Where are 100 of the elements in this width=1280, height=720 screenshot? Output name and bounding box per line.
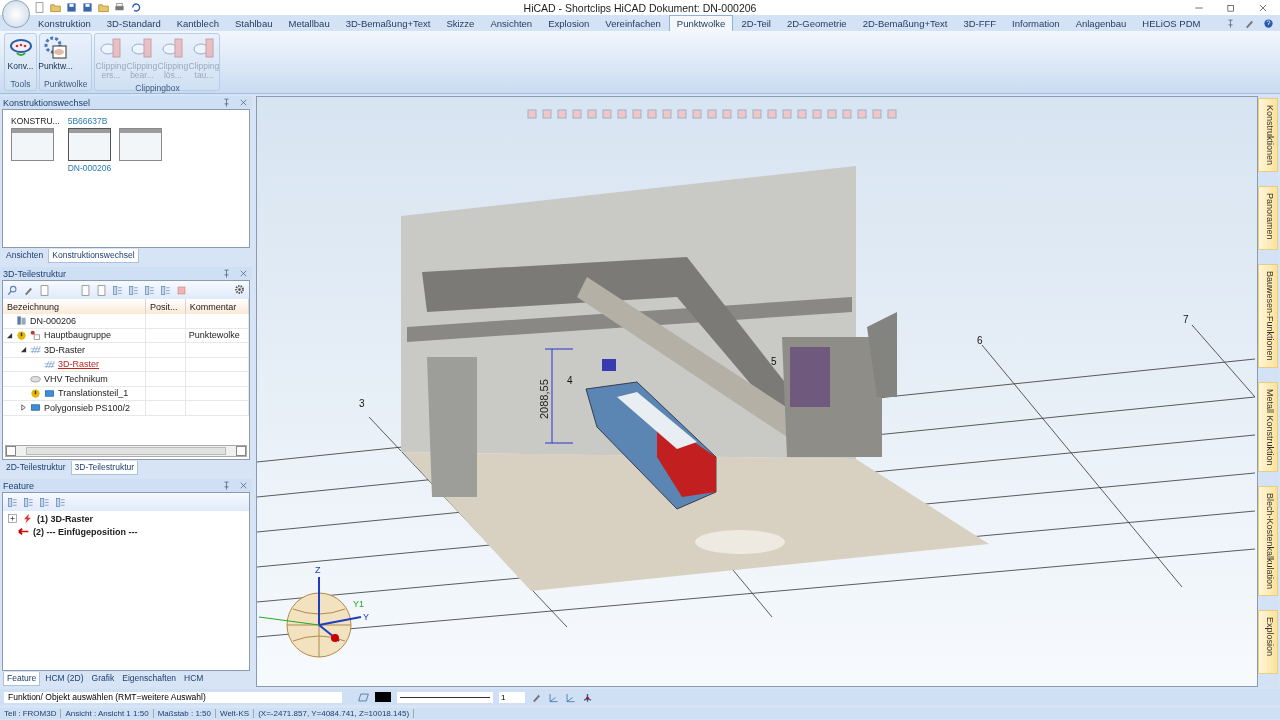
tree-item-label[interactable]: 3D-Raster bbox=[58, 359, 99, 370]
view-thumbnail[interactable] bbox=[11, 128, 54, 161]
panel-tab[interactable]: Ansichten bbox=[3, 249, 47, 263]
ribbon-tab[interactable]: 2D-Bemaßung+Text bbox=[854, 15, 956, 31]
print-icon[interactable] bbox=[114, 2, 125, 13]
app-menu-button[interactable] bbox=[2, 0, 30, 28]
side-tab[interactable]: Konstruktionen bbox=[1258, 98, 1278, 173]
close-icon[interactable] bbox=[238, 480, 249, 491]
list-icon[interactable] bbox=[112, 284, 123, 296]
ribbon-tab[interactable]: Punktwolke bbox=[668, 15, 734, 31]
side-tab[interactable]: Explosion bbox=[1258, 610, 1278, 675]
document-icon[interactable] bbox=[39, 284, 50, 296]
side-tab[interactable]: Metall Konstruktion bbox=[1258, 381, 1278, 473]
ribbon-tab[interactable]: 3D-Standard bbox=[98, 15, 169, 31]
line-width-field[interactable]: 1 bbox=[499, 691, 525, 703]
ribbon-tab[interactable]: HELiOS PDM bbox=[1134, 15, 1209, 31]
close-icon[interactable] bbox=[238, 97, 249, 108]
pin-icon[interactable] bbox=[221, 268, 232, 279]
parallelogram-icon[interactable] bbox=[358, 691, 369, 703]
line-style-dropdown[interactable] bbox=[397, 691, 493, 703]
horizontal-scrollbar[interactable] bbox=[5, 445, 247, 457]
grid-icon[interactable] bbox=[44, 358, 55, 370]
side-tab[interactable]: Panoramen bbox=[1258, 186, 1278, 251]
close-icon[interactable] bbox=[238, 268, 249, 279]
ribbon-tab[interactable]: Information bbox=[1004, 15, 1068, 31]
panel-tab[interactable]: HCM bbox=[181, 672, 207, 686]
save-icon[interactable] bbox=[66, 2, 77, 13]
list-icon[interactable] bbox=[23, 496, 34, 508]
ribbon-tab[interactable]: Metallbau bbox=[280, 15, 338, 31]
maximize-icon[interactable] bbox=[1226, 2, 1236, 13]
ribbon-tab[interactable]: Explosion bbox=[540, 15, 598, 31]
tree-item-label[interactable]: VHV Technikum bbox=[44, 373, 108, 384]
part-icon[interactable] bbox=[30, 402, 41, 414]
document-icon[interactable] bbox=[80, 284, 91, 296]
3d-viewport[interactable]: 2088,55 3 4 5 6 7 Z Y1 Y bbox=[256, 96, 1258, 687]
tree-item-label[interactable]: Polygonsieb PS100/2 bbox=[44, 402, 131, 413]
edit-icon[interactable] bbox=[1244, 18, 1255, 29]
color-swatch[interactable] bbox=[375, 692, 391, 702]
tree-item-label[interactable]: 3D-Raster bbox=[44, 344, 85, 355]
ribbon-tab[interactable]: Konstruktion bbox=[30, 15, 99, 31]
assembly-icon[interactable] bbox=[30, 329, 41, 341]
feature-item[interactable]: (1) 3D-Raster bbox=[37, 513, 94, 524]
tree-item-label[interactable]: DN-000206 bbox=[30, 315, 77, 326]
list-icon[interactable] bbox=[128, 284, 139, 296]
collapsed-arrow-icon[interactable] bbox=[20, 404, 27, 412]
panel-tab[interactable]: HCM (2D) bbox=[42, 672, 87, 686]
document-icon[interactable] bbox=[16, 315, 27, 327]
panel-tab[interactable]: 2D-Teilestruktur bbox=[3, 461, 69, 475]
panel-tab[interactable]: Eigenschaften bbox=[119, 672, 180, 686]
document-icon[interactable] bbox=[96, 284, 107, 296]
feature-item[interactable]: (2) --- Einfügeposition --- bbox=[33, 526, 138, 537]
pin-icon[interactable] bbox=[221, 480, 232, 491]
lightning-icon[interactable] bbox=[22, 513, 33, 524]
tree-item-label[interactable]: Translationsteil_1 bbox=[58, 388, 129, 399]
axes-icon[interactable] bbox=[548, 691, 559, 703]
ribbon-tab[interactable]: Kantblech bbox=[168, 15, 227, 31]
save-as-icon[interactable] bbox=[82, 2, 93, 13]
panel-tab[interactable]: Konstruktionswechsel bbox=[48, 249, 139, 263]
list-icon[interactable] bbox=[144, 284, 155, 296]
cloud-icon[interactable] bbox=[30, 373, 41, 385]
view-thumbnail[interactable] bbox=[119, 128, 163, 161]
folder-icon[interactable] bbox=[98, 2, 109, 13]
ribbon-tab[interactable]: 2D-Teil bbox=[733, 15, 779, 31]
folder-icon[interactable] bbox=[50, 2, 61, 13]
side-tab[interactable]: Blech-Kostenkalkulation bbox=[1258, 486, 1278, 597]
search-icon[interactable] bbox=[7, 284, 18, 296]
ribbon-tab[interactable]: Vereinfachen bbox=[597, 15, 669, 31]
settings-icon[interactable] bbox=[234, 283, 245, 295]
panel-tab[interactable]: 3D-Teilestruktur bbox=[70, 461, 139, 475]
panel-tab[interactable]: Feature bbox=[3, 672, 41, 686]
list-icon[interactable] bbox=[39, 496, 50, 508]
new-document-icon[interactable] bbox=[34, 2, 45, 13]
ribbon-tab[interactable]: Skizze bbox=[438, 15, 483, 31]
pin-icon[interactable] bbox=[1225, 18, 1236, 29]
column-header[interactable]: Posit... bbox=[145, 299, 186, 314]
expanded-arrow-icon[interactable] bbox=[6, 331, 13, 339]
column-header[interactable]: Kommentar bbox=[185, 299, 249, 314]
ribbon-tab[interactable]: 2D-Geometrie bbox=[778, 15, 855, 31]
axis-triad-icon[interactable] bbox=[582, 691, 593, 703]
ribbon-button[interactable]: Konv... bbox=[5, 34, 36, 78]
column-header[interactable]: Bezeichnung bbox=[3, 299, 146, 314]
ribbon-tab[interactable]: 3D-Bemaßung+Text bbox=[337, 15, 439, 31]
panel-tab[interactable]: Grafik bbox=[88, 672, 118, 686]
side-tab[interactable]: Bauwesen-Funktionen bbox=[1258, 264, 1278, 368]
expanded-arrow-icon[interactable] bbox=[20, 346, 27, 354]
close-icon[interactable] bbox=[1258, 2, 1268, 13]
view-thumbnail[interactable] bbox=[67, 128, 111, 161]
list-icon[interactable] bbox=[55, 496, 66, 508]
ribbon-tab[interactable]: Ansichten bbox=[482, 15, 541, 31]
ribbon-tab[interactable]: Anlagenbau bbox=[1067, 15, 1135, 31]
command-input-field[interactable]: Funktion/ Objekt auswählen (RMT=weitere Auswahl) bbox=[4, 691, 342, 703]
ribbon-tab[interactable]: Stahlbau bbox=[226, 15, 281, 31]
arrow-icon[interactable] bbox=[18, 526, 29, 537]
list-icon[interactable] bbox=[7, 496, 18, 508]
undo-icon[interactable] bbox=[130, 2, 141, 13]
pin-icon[interactable] bbox=[221, 97, 232, 108]
part-icon[interactable] bbox=[44, 387, 55, 399]
list-icon[interactable] bbox=[160, 284, 171, 296]
expand-icon[interactable] bbox=[7, 513, 18, 524]
help-icon[interactable] bbox=[1263, 18, 1274, 29]
